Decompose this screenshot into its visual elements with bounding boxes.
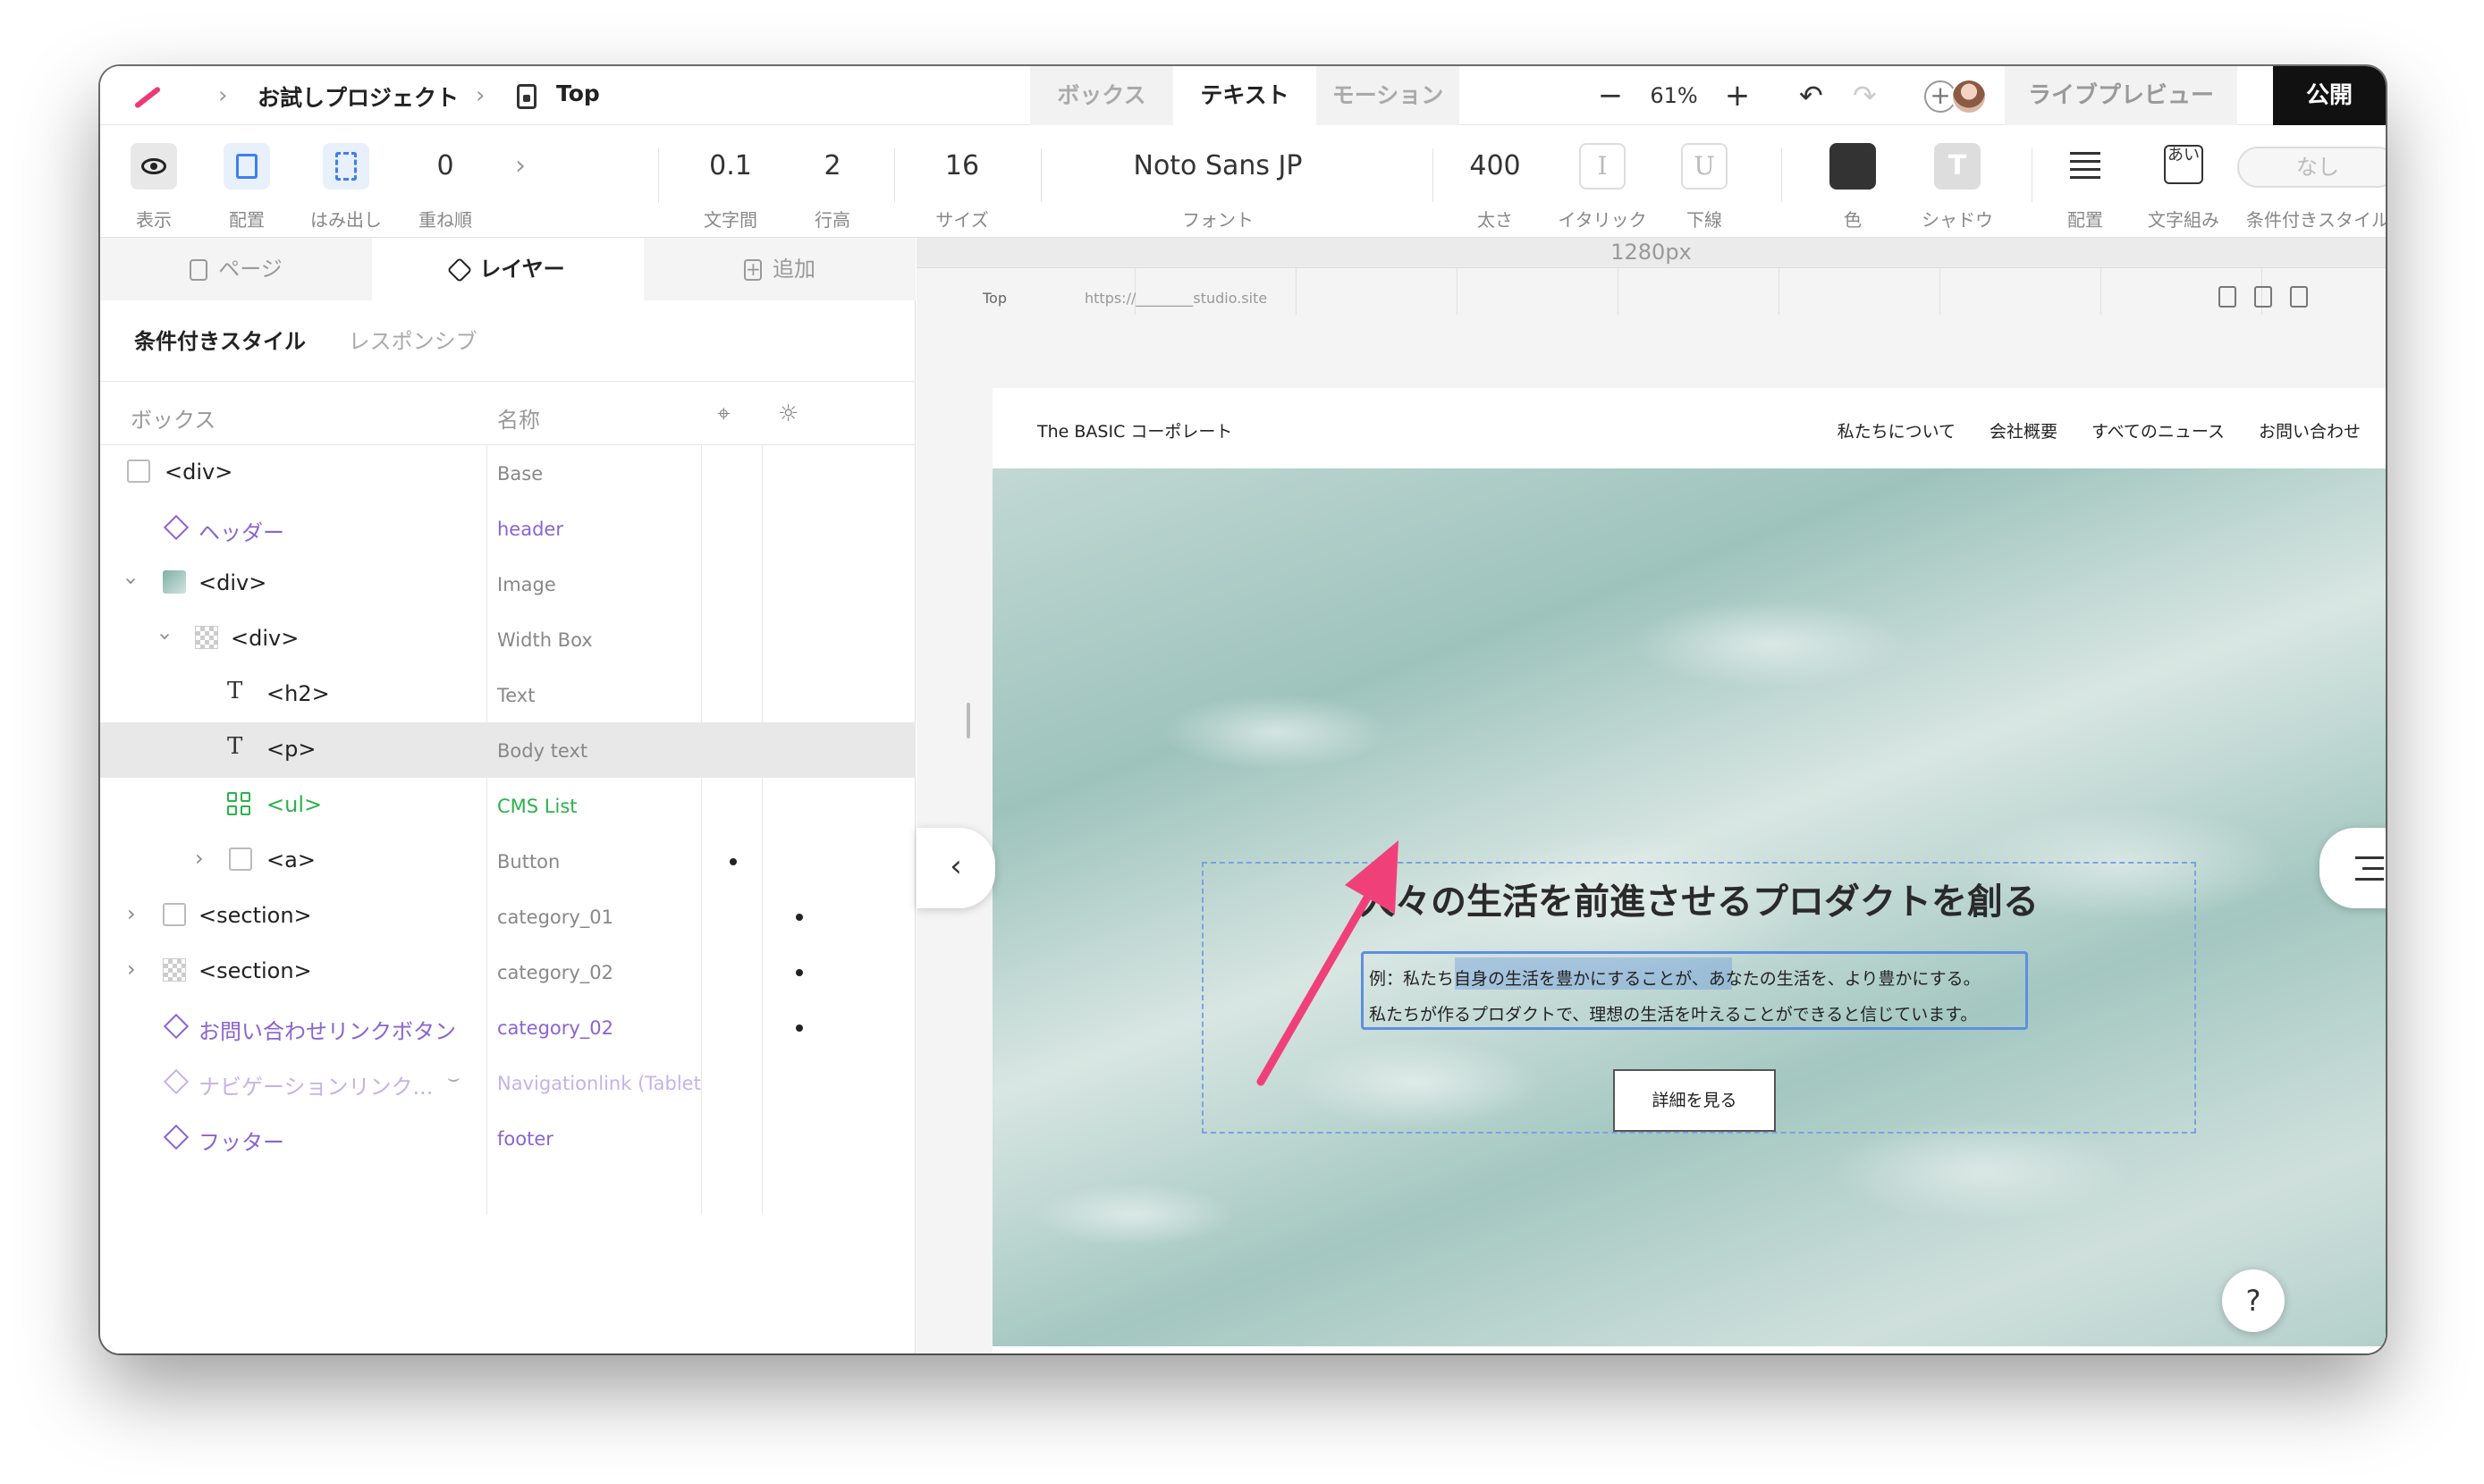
- annotation-arrow-icon: [1256, 840, 1398, 1086]
- app-window: › お試しプロジェクト › Top ボックス テキスト モーション − 61% …: [100, 66, 2386, 1353]
